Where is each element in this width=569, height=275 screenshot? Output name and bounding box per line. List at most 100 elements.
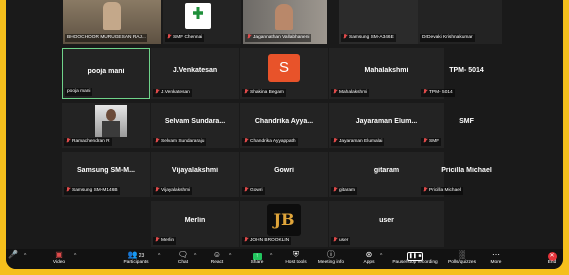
person-photo (275, 4, 293, 30)
participant-label: SMF Chennai (165, 34, 205, 42)
participant-name: Pricilla Michael (441, 167, 492, 174)
participant-tile[interactable]: JB JOHN BROOKLIN (240, 201, 328, 247)
pause-stop-icon: ❚❚ ■ (407, 252, 423, 261)
mic-muted-icon (244, 138, 248, 143)
participant-tile[interactable]: Gowri Gowri (240, 152, 328, 197)
person-photo (95, 105, 127, 137)
mic-muted-icon (423, 138, 427, 143)
polls-label: Polls/quizzes (448, 260, 476, 265)
participant-tile[interactable]: BHOOCHOOR MURUGESAN RAJ... (63, 0, 161, 44)
participant-tile[interactable]: Merlin Merlin (151, 201, 239, 247)
share-button[interactable]: ↑ Share (246, 250, 268, 268)
chevron-up-icon[interactable]: ^ (74, 253, 76, 259)
participant-label: Merlin (153, 237, 177, 245)
mic-muted-icon (244, 237, 248, 242)
shield-icon: ⛨ (293, 250, 299, 259)
audio-button[interactable]: 🎤 (6, 250, 20, 268)
chat-label: Chat (177, 260, 189, 265)
participant-label: TPM- 5014 (421, 89, 455, 97)
video-off-icon: ▣ (55, 250, 63, 259)
more-button[interactable]: ⋯ More (484, 250, 508, 268)
participant-label: DrDevaki Krishnakumar (420, 34, 475, 42)
participant-label: BHOOCHOOR MURUGESAN RAJ... (65, 34, 147, 42)
mic-muted-icon (333, 187, 337, 192)
participant-label: gitaram (331, 187, 357, 195)
participant-name: Vijayalakshmi (171, 167, 219, 174)
participant-label: Chandrika Ayyappath (242, 138, 298, 146)
mic-muted-icon (333, 237, 337, 242)
participant-name: Gowri (274, 167, 294, 174)
participant-name: SMF (459, 118, 474, 125)
participant-label: Pricilla Michael (421, 187, 463, 195)
pause-recording-button[interactable]: ❚❚ ■ Pause/stop recording (390, 250, 440, 268)
participant-label: Mahalakshmi (331, 89, 370, 97)
mic-muted-icon (423, 89, 427, 94)
participant-label: SMF (421, 138, 442, 146)
more-icon: ⋯ (492, 250, 500, 259)
participant-label: Ramachendran R (64, 138, 112, 146)
avatar: S (268, 54, 300, 82)
participant-label: user (331, 237, 351, 245)
mic-off-icon: 🎤 (8, 250, 18, 259)
participants-count: 23 (138, 253, 145, 259)
video-label: Video (52, 260, 66, 265)
mic-muted-icon (333, 138, 337, 143)
pause-recording-label: Pause/stop recording (392, 260, 438, 265)
participant-label: Jagannathan Vallabhaneni (245, 34, 312, 42)
participant-tile[interactable]: Vijayalakshmi Vijayalakshmi (151, 152, 239, 197)
mic-muted-icon (155, 89, 159, 94)
chat-button[interactable]: 🗨 Chat (172, 250, 194, 268)
participant-tile[interactable]: Ramachendran R (62, 103, 150, 148)
participants-label: Participants (123, 260, 149, 265)
smf-logo (185, 3, 211, 29)
participant-label: Shakina Begam (242, 89, 286, 97)
participant-tile[interactable]: user user (329, 201, 444, 247)
polls-icon: ░ (459, 250, 465, 259)
avatar-letter: JB (273, 210, 295, 229)
chevron-up-icon[interactable]: ^ (158, 253, 160, 259)
mic-muted-icon (343, 34, 347, 39)
video-button[interactable]: ▣ Video (44, 250, 74, 268)
participant-tile[interactable]: Pricilla Michael Pricilla Michael (419, 152, 534, 197)
participants-button[interactable]: 👥23 Participants (118, 250, 154, 268)
participant-tile[interactable]: Samsung SM-A346E (339, 0, 423, 44)
participant-label: Vijayalakshmi (153, 187, 193, 195)
participant-tile[interactable]: S Shakina Begam (240, 48, 328, 99)
apps-button[interactable]: ⊛ Apps (360, 250, 378, 268)
cross-icon (193, 7, 203, 19)
chevron-up-icon[interactable]: ^ (194, 253, 196, 259)
host-tools-button[interactable]: ⛨ Host tools (282, 250, 310, 268)
chevron-up-icon[interactable]: ^ (270, 253, 272, 259)
participant-tile[interactable]: TPM- 5014 TPM- 5014 (419, 48, 534, 99)
participant-tile[interactable]: DrDevaki Krishnakumar (418, 0, 502, 44)
participant-tile[interactable]: Samsung SM-M... Samsung SM-M146B (62, 152, 150, 197)
polls-button[interactable]: ░ Polls/quizzes (446, 250, 478, 268)
chevron-up-icon[interactable]: ^ (229, 253, 231, 259)
share-icon: ↑ (246, 250, 268, 260)
chevron-up-icon[interactable]: ^ (24, 253, 26, 259)
participant-label: JOHN BROOKLIN (242, 237, 292, 245)
participant-label: Samsung SM-M146B (64, 187, 120, 195)
apps-icon: ⊛ (365, 250, 373, 259)
mic-muted-icon (155, 138, 159, 143)
participant-tile[interactable]: SMF SMF (419, 103, 534, 148)
participant-tile[interactable]: J.Venkatesan J.Venkatesan (151, 48, 239, 99)
mic-muted-icon (167, 34, 171, 39)
participant-tile-active-speaker[interactable]: pooja mani pooja mani (62, 48, 150, 99)
participant-tile[interactable]: Jagannathan Vallabhaneni (243, 0, 327, 44)
participant-tile[interactable]: SMF Chennai (163, 0, 241, 44)
mic-muted-icon (244, 187, 248, 192)
participant-name: Merlin (184, 217, 206, 224)
participant-label: Samsung SM-A346E (341, 34, 396, 42)
avatar-letter: S (278, 59, 289, 76)
participant-name: J.Venkatesan (172, 67, 218, 74)
end-button[interactable]: ✕ End (542, 250, 562, 268)
participant-tile[interactable]: Selvam Sundara... Selvam Sundararaju (151, 103, 239, 148)
more-label: More (490, 260, 502, 265)
participant-label: Jayaraman Elumalai (331, 138, 385, 146)
meeting-info-button[interactable]: ⓘ Meeting info (316, 250, 346, 268)
chevron-up-icon[interactable]: ^ (380, 253, 382, 259)
participant-tile[interactable]: Chandrika Ayya... Chandrika Ayyappath (240, 103, 328, 148)
react-button[interactable]: ☺ React (206, 250, 228, 268)
meeting-toolbar: 🎤 ^ ▣ Video ^ 👥23 Participants ^ 🗨 Chat … (6, 249, 563, 269)
